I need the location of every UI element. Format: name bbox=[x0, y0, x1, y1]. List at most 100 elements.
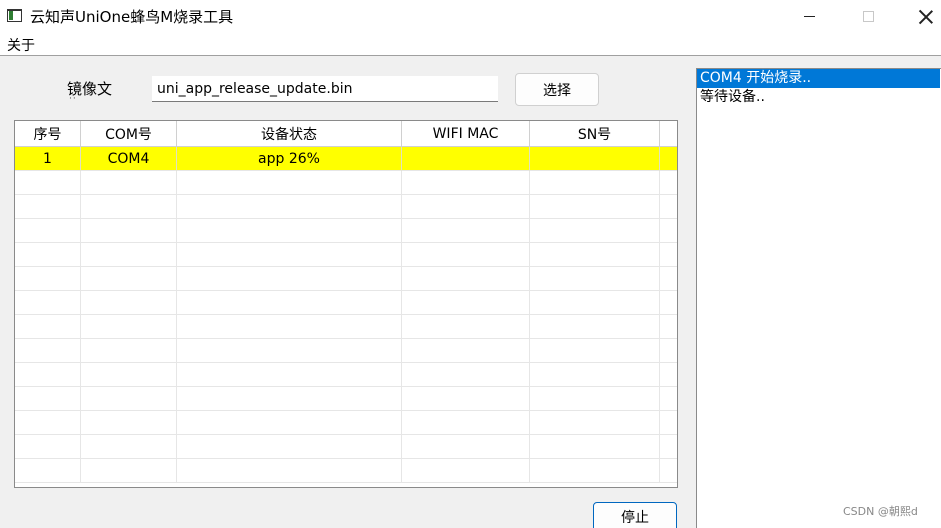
table-cell-empty bbox=[530, 315, 660, 339]
table-cell-empty bbox=[530, 195, 660, 219]
table-row-empty[interactable] bbox=[15, 291, 677, 315]
column-header-com[interactable]: COM号 bbox=[81, 121, 177, 147]
cell-status: app 26% bbox=[177, 147, 402, 171]
table-row-empty[interactable] bbox=[15, 411, 677, 435]
menu-item-about[interactable]: 关于 bbox=[7, 35, 35, 55]
table-row-empty[interactable] bbox=[15, 243, 677, 267]
table-cell-empty bbox=[530, 459, 660, 483]
table-cell-empty bbox=[402, 171, 530, 195]
column-header-sn[interactable]: SN号 bbox=[530, 121, 660, 147]
table-cell-empty bbox=[15, 219, 81, 243]
maximize-icon bbox=[862, 11, 874, 22]
cell-spacer bbox=[660, 147, 677, 171]
table-row[interactable]: 1 COM4 app 26% bbox=[15, 147, 677, 171]
table-cell-empty bbox=[402, 435, 530, 459]
table-row-empty[interactable] bbox=[15, 339, 677, 363]
table-cell-empty bbox=[81, 195, 177, 219]
table-cell-empty bbox=[660, 387, 677, 411]
table-cell-empty bbox=[15, 411, 81, 435]
table-cell-empty bbox=[660, 219, 677, 243]
table-cell-empty bbox=[402, 315, 530, 339]
log-panel[interactable]: COM4 开始烧录.. 等待设备.. bbox=[696, 68, 941, 528]
device-table[interactable]: 序号 COM号 设备状态 WIFI MAC SN号 1 COM4 app 26% bbox=[14, 120, 678, 488]
table-row-empty[interactable] bbox=[15, 363, 677, 387]
column-header-wifi-mac[interactable]: WIFI MAC bbox=[402, 121, 530, 147]
column-header-status[interactable]: 设备状态 bbox=[177, 121, 402, 147]
window-title: 云知声UniOne蜂鸟M烧录工具 bbox=[30, 8, 234, 26]
table-cell-empty bbox=[15, 387, 81, 411]
table-cell-empty bbox=[660, 459, 677, 483]
table-row-empty[interactable] bbox=[15, 459, 677, 483]
table-cell-empty bbox=[15, 339, 81, 363]
minimize-icon bbox=[803, 16, 815, 17]
table-cell-empty bbox=[660, 411, 677, 435]
table-row-empty[interactable] bbox=[15, 267, 677, 291]
table-cell-empty bbox=[15, 171, 81, 195]
column-header-index[interactable]: 序号 bbox=[15, 121, 81, 147]
table-cell-empty bbox=[530, 171, 660, 195]
table-cell-empty bbox=[660, 291, 677, 315]
table-cell-empty bbox=[402, 267, 530, 291]
table-cell-empty bbox=[177, 387, 402, 411]
table-cell-empty bbox=[660, 267, 677, 291]
table-cell-empty bbox=[402, 387, 530, 411]
table-cell-empty bbox=[81, 291, 177, 315]
table-cell-empty bbox=[81, 339, 177, 363]
table-cell-empty bbox=[530, 339, 660, 363]
minimize-button[interactable] bbox=[786, 0, 832, 33]
table-cell-empty bbox=[15, 243, 81, 267]
table-cell-empty bbox=[660, 435, 677, 459]
table-row-empty[interactable] bbox=[15, 387, 677, 411]
image-file-label-overflow: ·· bbox=[69, 94, 77, 104]
table-cell-empty bbox=[177, 459, 402, 483]
table-cell-empty bbox=[15, 363, 81, 387]
table-cell-empty bbox=[177, 435, 402, 459]
table-header: 序号 COM号 设备状态 WIFI MAC SN号 bbox=[15, 121, 677, 147]
cell-com: COM4 bbox=[81, 147, 177, 171]
table-cell-empty bbox=[402, 219, 530, 243]
table-cell-empty bbox=[660, 171, 677, 195]
table-cell-empty bbox=[15, 267, 81, 291]
log-line[interactable]: 等待设备.. bbox=[697, 88, 941, 107]
table-cell-empty bbox=[15, 291, 81, 315]
stop-button[interactable]: 停止 bbox=[593, 502, 677, 528]
menu-bar: 关于 bbox=[0, 33, 941, 56]
table-cell-empty bbox=[15, 459, 81, 483]
table-cell-empty bbox=[81, 243, 177, 267]
close-button[interactable] bbox=[903, 0, 941, 33]
select-file-button[interactable]: 选择 bbox=[515, 73, 599, 106]
app-window-icon bbox=[7, 9, 22, 22]
watermark: CSDN @朝熙d bbox=[843, 505, 918, 518]
table-cell-empty bbox=[530, 267, 660, 291]
cell-wifi-mac bbox=[402, 147, 530, 171]
table-cell-empty bbox=[660, 315, 677, 339]
log-line[interactable]: COM4 开始烧录.. bbox=[697, 69, 940, 88]
table-cell-empty bbox=[530, 243, 660, 267]
table-cell-empty bbox=[530, 411, 660, 435]
table-cell-empty bbox=[177, 291, 402, 315]
table-cell-empty bbox=[530, 219, 660, 243]
table-row-empty[interactable] bbox=[15, 435, 677, 459]
table-cell-empty bbox=[660, 195, 677, 219]
maximize-button[interactable] bbox=[845, 0, 891, 33]
table-cell-empty bbox=[660, 363, 677, 387]
table-cell-empty bbox=[177, 363, 402, 387]
cell-sn bbox=[530, 147, 660, 171]
table-cell-empty bbox=[15, 195, 81, 219]
table-cell-empty bbox=[177, 267, 402, 291]
table-cell-empty bbox=[530, 291, 660, 315]
table-cell-empty bbox=[81, 171, 177, 195]
table-cell-empty bbox=[177, 195, 402, 219]
table-cell-empty bbox=[81, 387, 177, 411]
table-cell-empty bbox=[660, 243, 677, 267]
image-file-input[interactable] bbox=[152, 76, 498, 102]
table-row-empty[interactable] bbox=[15, 171, 677, 195]
table-row-empty[interactable] bbox=[15, 195, 677, 219]
table-row-empty[interactable] bbox=[15, 219, 677, 243]
table-cell-empty bbox=[81, 459, 177, 483]
table-cell-empty bbox=[402, 339, 530, 363]
table-cell-empty bbox=[81, 219, 177, 243]
cell-index: 1 bbox=[15, 147, 81, 171]
table-row-empty[interactable] bbox=[15, 315, 677, 339]
table-cell-empty bbox=[81, 315, 177, 339]
